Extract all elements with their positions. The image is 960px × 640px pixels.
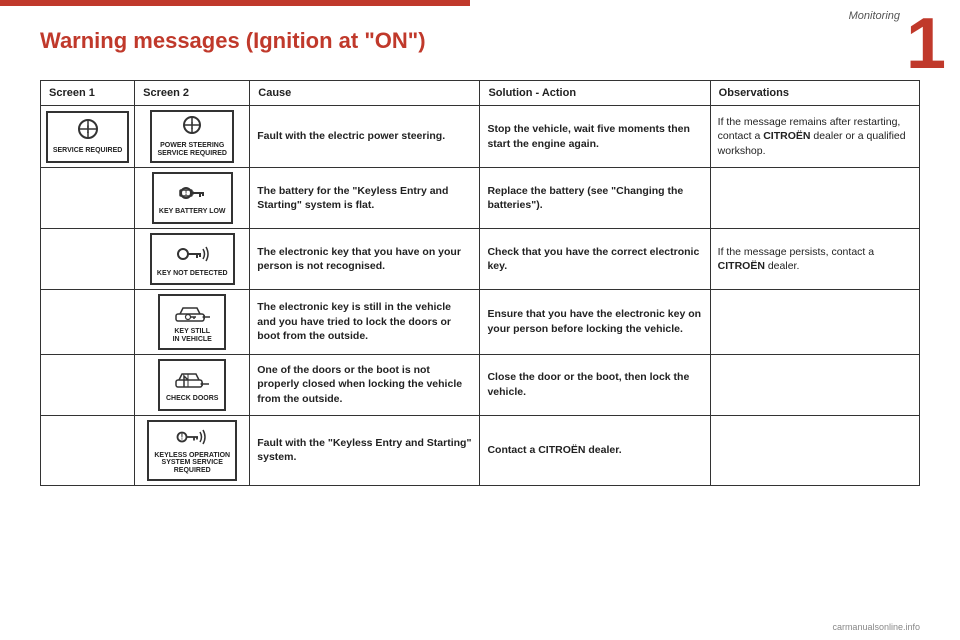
cause-cell: The battery for the "Keyless Entry and S… <box>250 168 480 229</box>
obs-cell: If the message remains after restarting,… <box>710 106 919 168</box>
screen1-cell-empty <box>41 290 135 354</box>
main-table-container: Screen 1 Screen 2 Cause Solution - Actio… <box>40 80 920 610</box>
solution-cell: Contact a CITROËN dealer. <box>480 415 710 485</box>
obs-cell: If the message persists, contact a CITRO… <box>710 229 919 290</box>
keyless-operation-icon: ! KEYLESS OPERATIONSYSTEM SERVICEREQUIRE… <box>147 420 237 481</box>
screen1-cell-empty <box>41 168 135 229</box>
top-red-bar <box>0 0 470 6</box>
table-row: CHECK DOORS One of the doors or the boot… <box>41 354 920 415</box>
solution-cell: Replace the battery (see "Changing the b… <box>480 168 710 229</box>
website-label: carmanualsonline.info <box>832 622 920 632</box>
check-doors-icon: CHECK DOORS <box>158 359 226 411</box>
key-still-in-vehicle-label: KEY STILLIN VEHICLE <box>173 328 212 343</box>
screen2-cell-key-battery: ! KEY BATTERY LOW <box>135 168 250 229</box>
table-row: ! KEYLESS OPERATIONSYSTEM SERVICEREQUIRE… <box>41 415 920 485</box>
header-label: Monitoring <box>849 10 900 22</box>
service-required-icon: ! SERVICE REQUIRED <box>46 111 130 163</box>
key-battery-low-label: KEY BATTERY LOW <box>159 208 226 216</box>
screen1-cell: ! SERVICE REQUIRED <box>41 106 135 168</box>
solution-cell: Close the door or the boot, then lock th… <box>480 354 710 415</box>
obs-cell-empty <box>710 354 919 415</box>
table-row: KEY NOT DETECTED The electronic key that… <box>41 229 920 290</box>
solution-cell: Stop the vehicle, wait five moments then… <box>480 106 710 168</box>
warning-messages-table: Screen 1 Screen 2 Cause Solution - Actio… <box>40 80 920 486</box>
page-title: Warning messages (Ignition at "ON") <box>40 28 426 54</box>
chapter-number: 1 <box>906 8 946 80</box>
screen2-cell-key-not-detected: KEY NOT DETECTED <box>135 229 250 290</box>
cause-cell: Fault with the "Keyless Entry and Starti… <box>250 415 480 485</box>
screen1-cell-empty <box>41 415 135 485</box>
cause-cell: The electronic key is still in the vehic… <box>250 290 480 354</box>
svg-text:!: ! <box>181 432 184 441</box>
col-screen2: Screen 2 <box>135 81 250 106</box>
key-battery-low-icon: ! KEY BATTERY LOW <box>152 172 233 224</box>
screen2-cell-keyless-op: ! KEYLESS OPERATIONSYSTEM SERVICEREQUIRE… <box>135 415 250 485</box>
key-not-detected-label: KEY NOT DETECTED <box>157 270 228 278</box>
screen2-cell: ! POWER STEERINGSERVICE REQUIRED <box>135 106 250 168</box>
obs-cell-empty <box>710 415 919 485</box>
table-row: KEY STILLIN VEHICLE The electronic key i… <box>41 290 920 354</box>
col-solution: Solution - Action <box>480 81 710 106</box>
screen2-cell-check-doors: CHECK DOORS <box>135 354 250 415</box>
solution-cell: Ensure that you have the electronic key … <box>480 290 710 354</box>
service-required-label: SERVICE REQUIRED <box>53 147 123 155</box>
table-row: ! SERVICE REQUIRED ! <box>41 106 920 168</box>
svg-text:!: ! <box>185 190 187 197</box>
col-observations: Observations <box>710 81 919 106</box>
obs-cell-empty <box>710 290 919 354</box>
cause-cell: The electronic key that you have on your… <box>250 229 480 290</box>
col-cause: Cause <box>250 81 480 106</box>
screen2-cell-key-still: KEY STILLIN VEHICLE <box>135 290 250 354</box>
key-not-detected-icon: KEY NOT DETECTED <box>150 233 235 285</box>
power-steering-label: POWER STEERINGSERVICE REQUIRED <box>157 142 227 157</box>
col-screen1: Screen 1 <box>41 81 135 106</box>
check-doors-label: CHECK DOORS <box>166 395 219 403</box>
screen1-cell-empty <box>41 354 135 415</box>
screen1-cell-empty <box>41 229 135 290</box>
solution-cell: Check that you have the correct electron… <box>480 229 710 290</box>
cause-cell: One of the doors or the boot is not prop… <box>250 354 480 415</box>
cause-cell: Fault with the electric power steering. <box>250 106 480 168</box>
power-steering-service-icon: ! POWER STEERINGSERVICE REQUIRED <box>150 110 234 163</box>
obs-cell-empty <box>710 168 919 229</box>
keyless-operation-label: KEYLESS OPERATIONSYSTEM SERVICEREQUIRED <box>154 452 230 475</box>
table-row: ! KEY BATTERY LOW The battery for the "K… <box>41 168 920 229</box>
key-still-in-vehicle-icon: KEY STILLIN VEHICLE <box>158 294 226 349</box>
